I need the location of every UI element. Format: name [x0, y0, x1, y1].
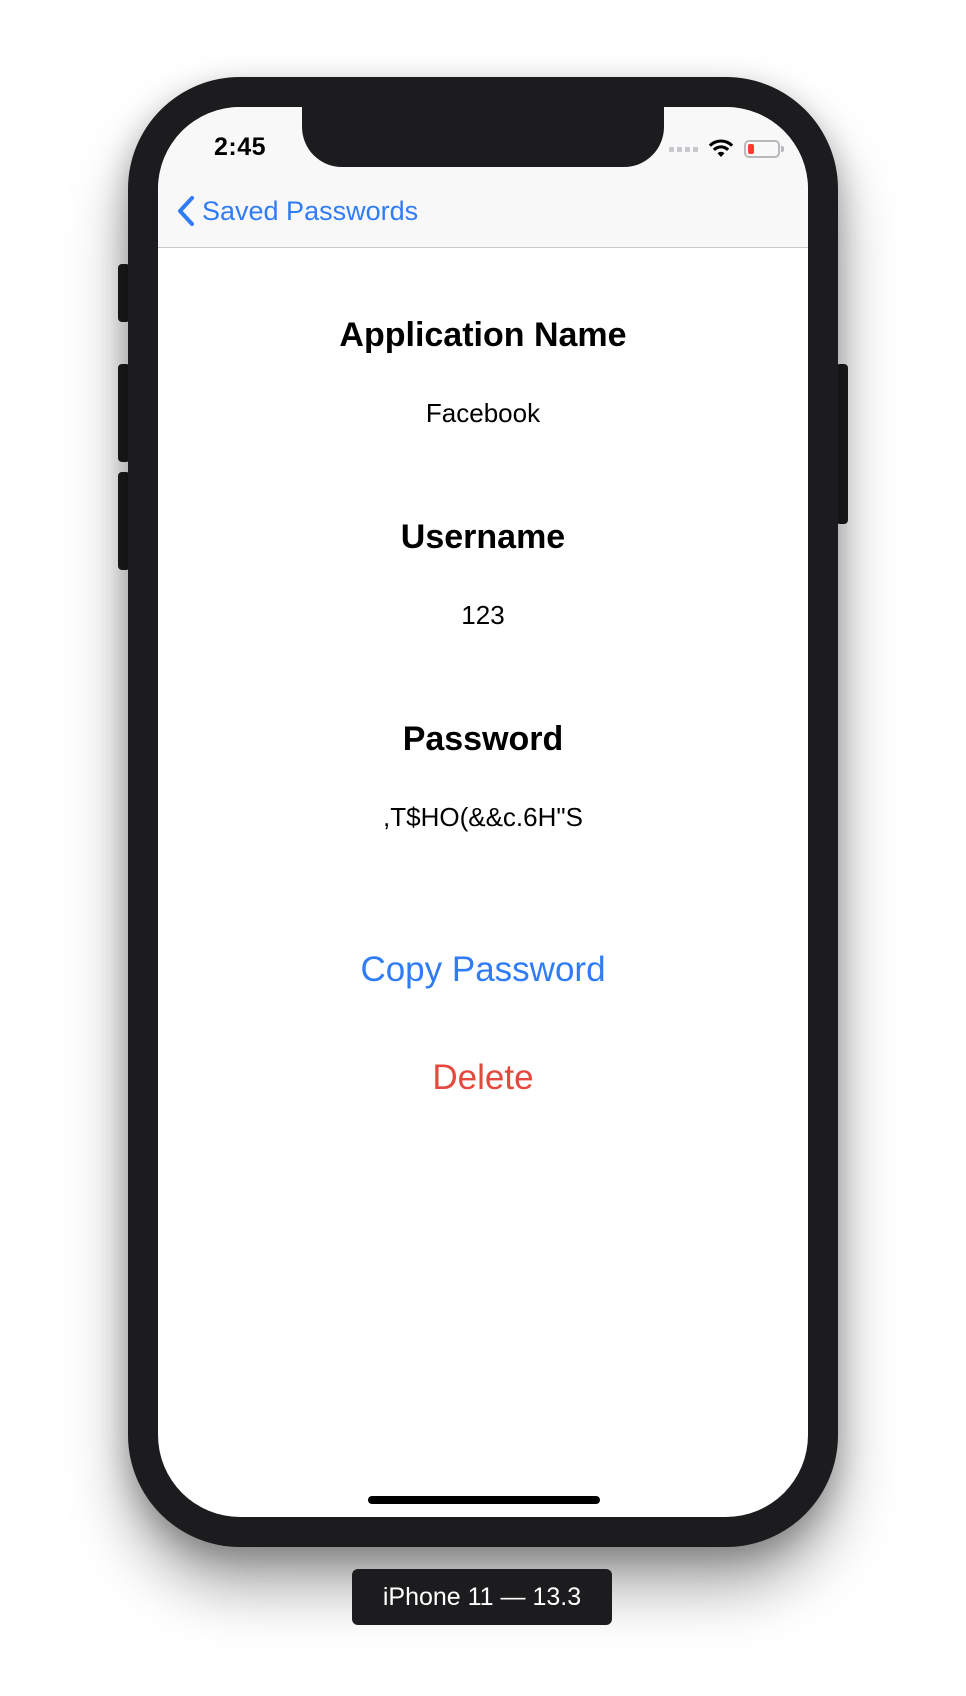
copy-password-button[interactable]: Copy Password — [158, 950, 808, 990]
back-button-label: Saved Passwords — [202, 195, 419, 226]
simulator-stage: 2:45 Saved Passwords Application Name Fa… — [0, 0, 966, 1696]
status-time: 2:45 — [214, 133, 267, 161]
battery-level — [748, 144, 754, 154]
chevron-left-icon — [178, 196, 194, 226]
wifi-icon — [708, 139, 734, 157]
back-button[interactable]: Saved Passwords — [176, 195, 418, 227]
device-label: iPhone 11 — 13.3 — [352, 1569, 612, 1625]
app-name-value: Facebook — [425, 398, 541, 428]
username-heading: Username — [400, 518, 566, 556]
phone-screen: 2:45 Saved Passwords Application Name Fa… — [158, 107, 808, 1517]
notch — [302, 107, 664, 167]
username-value: 123 — [461, 600, 505, 630]
cellular-signal-icon — [669, 146, 698, 152]
home-indicator[interactable] — [368, 1496, 600, 1504]
delete-button[interactable]: Delete — [158, 1058, 808, 1098]
status-indicators — [669, 137, 784, 161]
password-value: ,T$HO(&&c.6H"S — [383, 802, 583, 832]
battery-icon — [744, 140, 784, 158]
password-heading: Password — [402, 720, 564, 758]
app-name-heading: Application Name — [339, 316, 627, 354]
